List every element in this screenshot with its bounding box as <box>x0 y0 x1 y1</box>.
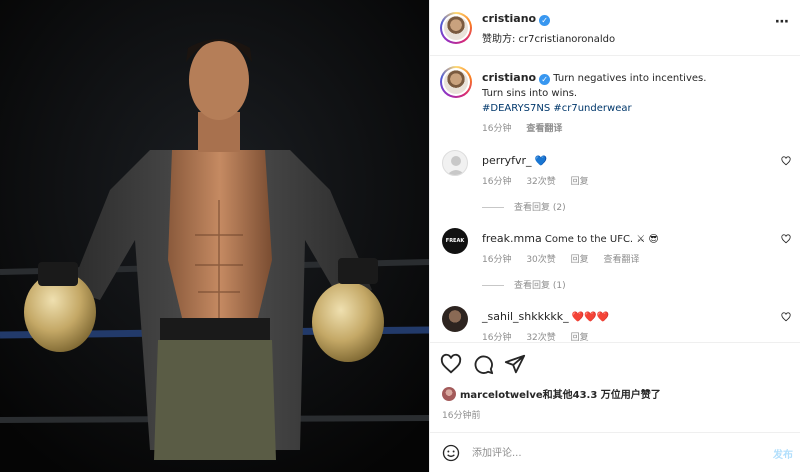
comment-body: ❤️❤️❤️ <box>571 312 610 323</box>
send-icon[interactable] <box>504 353 526 375</box>
post-comment-button[interactable]: 发布 <box>773 446 793 461</box>
comment-like-heart-icon[interactable] <box>781 156 791 166</box>
comment-text-row: freak.mma Come to the UFC. ⚔ 😎 <box>482 232 762 247</box>
comment-body: Come to the UFC. ⚔ 😎 <box>544 234 659 245</box>
post-action-bar <box>430 342 800 382</box>
caption-meta: 16分钟 查看翻译 <box>482 122 792 137</box>
comment-time[interactable]: 16分钟 <box>482 177 511 187</box>
comment-text-row: perryfvr_ 💙 <box>482 154 762 169</box>
more-options-icon[interactable]: ⋯ <box>775 14 790 30</box>
comment-avatar[interactable] <box>442 306 468 332</box>
post-side-panel: cristiano ✓ 赞助方: cr7cristianoronaldo ⋯ cr… <box>429 0 800 472</box>
author-name-row: cristiano ✓ <box>482 12 551 26</box>
comment-see-translation[interactable]: 查看翻译 <box>604 255 640 265</box>
comment-meta: 16分钟 30次赞 回复 查看翻译 <box>482 252 652 265</box>
comment-avatar[interactable] <box>442 150 468 176</box>
view-replies-button[interactable]: 查看回复 (2) <box>482 200 566 213</box>
comment-meta: 16分钟 32次赞 回复 <box>482 174 601 187</box>
comment-time[interactable]: 16分钟 <box>482 255 511 265</box>
likes-summary[interactable]: marcelotwelve和其他43.3 万位用户赞了 <box>442 386 661 401</box>
instagram-post-modal: cristiano ✓ 赞助方: cr7cristianoronaldo ⋯ cr… <box>0 0 800 472</box>
comment-username[interactable]: freak.mma <box>482 232 542 245</box>
post-time[interactable]: 16分钟前 <box>442 408 480 421</box>
comment-reply-button[interactable]: 回复 <box>571 177 589 187</box>
caption-line-2: Turn sins into wins. <box>482 88 578 99</box>
comment-icon[interactable] <box>472 353 494 375</box>
liker-avatar[interactable] <box>442 387 456 401</box>
caption-text: cristiano ✓ Turn negatives into incentive… <box>482 70 792 137</box>
comment-like-heart-icon[interactable] <box>781 234 791 244</box>
comment-reply-button[interactable]: 回复 <box>571 255 589 265</box>
comment-like-heart-icon[interactable] <box>781 312 791 322</box>
sponsor-label[interactable]: 赞助方: cr7cristianoronaldo <box>482 30 615 45</box>
comment-text-row: _sahil_shkkkkk_ ❤️❤️❤️ <box>482 310 762 325</box>
comment-username[interactable]: _sahil_shkkkkk_ <box>482 310 569 323</box>
comment-input[interactable] <box>472 443 742 463</box>
caption-username[interactable]: cristiano <box>482 71 536 84</box>
caption-time[interactable]: 16分钟 <box>482 124 511 134</box>
verified-badge-icon: ✓ <box>539 74 551 85</box>
emoji-icon[interactable] <box>442 444 460 462</box>
comment-likes[interactable]: 30次赞 <box>526 255 555 265</box>
boxer-photo-illustration <box>0 0 429 472</box>
comment-avatar[interactable]: FREAK <box>442 228 468 254</box>
comment-username[interactable]: perryfvr_ <box>482 154 532 167</box>
caption-line-1: Turn negatives into incentives. <box>553 73 707 84</box>
author-avatar[interactable] <box>440 12 472 44</box>
comment-body: 💙 <box>534 156 548 167</box>
caption-see-translation[interactable]: 查看翻译 <box>526 124 562 134</box>
verified-badge-icon: ✓ <box>539 15 551 26</box>
caption-hashtags[interactable]: #DEARYS7NS #cr7underwear <box>482 103 632 114</box>
caption-avatar[interactable] <box>440 66 472 98</box>
post-header: cristiano ✓ 赞助方: cr7cristianoronaldo ⋯ <box>430 0 800 56</box>
comment-likes[interactable]: 32次赞 <box>526 177 555 187</box>
heart-icon[interactable] <box>440 353 462 375</box>
post-image[interactable] <box>0 0 429 472</box>
add-comment-bar: 发布 <box>430 432 800 472</box>
author-username[interactable]: cristiano <box>482 12 536 25</box>
view-replies-button[interactable]: 查看回复 (1) <box>482 278 566 291</box>
